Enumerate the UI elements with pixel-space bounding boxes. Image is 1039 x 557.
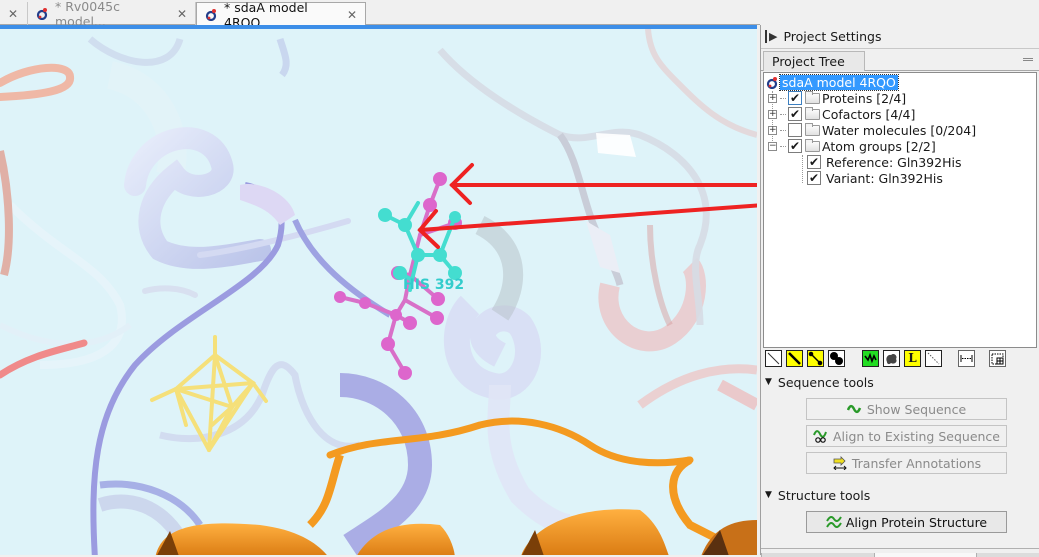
collapse-icon[interactable]: − (768, 141, 777, 151)
open-folder-icon (805, 138, 820, 152)
project-settings-header[interactable]: ▶ Project Settings (761, 25, 1039, 49)
section-title: Sequence tools (777, 374, 874, 390)
expand-icon[interactable]: + (768, 109, 777, 119)
molecule-render (0, 29, 757, 555)
tree-item-variant[interactable]: ✔ Variant: Gln392His (807, 170, 943, 186)
tree-item-label: Reference: Gln392His (826, 154, 962, 170)
wire-style-icon[interactable] (765, 350, 782, 367)
transfer-annotations-button[interactable]: Transfer Annotations (806, 452, 1007, 474)
helix-middle (444, 295, 542, 400)
stick-style-icon[interactable] (786, 350, 803, 367)
ball-stick-style-icon[interactable] (807, 350, 824, 367)
molecule-icon (205, 8, 218, 22)
tab-project-tree[interactable]: Project Tree (763, 51, 865, 71)
tree-item-reference[interactable]: ✔ Reference: Gln392His (807, 154, 961, 170)
expand-triangle-icon: ▼ (765, 377, 772, 387)
variant-checkbox[interactable]: ✔ (807, 171, 821, 185)
water-molecules-checkbox[interactable] (788, 123, 802, 137)
project-settings-title: Project Settings (783, 29, 882, 44)
bottom-tab[interactable] (874, 553, 976, 557)
tree-item-label: Water molecules [0/204] (822, 122, 977, 138)
tree-guide (802, 155, 803, 183)
align-sequence-icon (813, 430, 827, 443)
cofactor-cluster (150, 335, 268, 452)
tree-item-cofactors[interactable]: + ✔ Cofactors [4/4] (768, 106, 915, 122)
close-icon[interactable]: ✕ (177, 7, 187, 21)
tree-item-proteins[interactable]: + ✔ Proteins [2/4] (768, 90, 906, 106)
cofactors-checkbox[interactable]: ✔ (788, 107, 802, 121)
structure-tools-header[interactable]: ▼ Structure tools (765, 486, 870, 504)
folder-icon (805, 122, 820, 136)
collapse-arrow-icon[interactable]: ▶ (765, 30, 777, 43)
molecule-icon (766, 76, 779, 89)
align-to-existing-sequence-button[interactable]: Align to Existing Sequence (806, 425, 1007, 447)
variant-residue-balls (378, 208, 462, 280)
tree-item-label: Proteins [2/4] (822, 90, 907, 106)
folder-icon (805, 106, 820, 120)
minimize-icon[interactable] (1023, 58, 1033, 61)
bottom-panel-tabs (761, 548, 1039, 557)
style-toolbar: L (765, 350, 1037, 370)
label-icon[interactable]: L (904, 350, 921, 367)
project-tree: sdaA model 4RQO + ✔ Proteins [2/4] + ✔ C… (763, 72, 1037, 348)
sequence-tools-header[interactable]: ▼ Sequence tools (765, 373, 874, 391)
tree-root[interactable]: sdaA model 4RQO (766, 73, 899, 91)
tree-item-label: Variant: Gln392His (826, 170, 943, 186)
tree-item-atom-groups[interactable]: − ✔ Atom groups [2/2] (768, 138, 936, 154)
editor-tab-bar: ✕ * Rv0045c model... ✕ * sdaA model 4RQO… (0, 0, 760, 30)
salmon-loop (0, 63, 74, 101)
atom-groups-checkbox[interactable]: ✔ (788, 139, 802, 153)
tree-item-label: Atom groups [2/2] (822, 138, 936, 154)
space-fill-style-icon[interactable] (828, 350, 845, 367)
folder-icon (805, 90, 820, 104)
project-settings-panel: ▶ Project Settings Project Tree sdaA mod… (760, 25, 1039, 557)
tree-item-water-molecules[interactable]: + Water molecules [0/204] (768, 122, 976, 138)
salmon-strand (0, 150, 13, 277)
bottom-tab[interactable] (761, 553, 874, 557)
cartoon-style-icon[interactable] (862, 350, 879, 367)
sequence-icon (846, 404, 861, 414)
panel-tabs: Project Tree (761, 49, 1039, 71)
helix-lower (339, 373, 433, 555)
bottom-tab[interactable] (976, 553, 1039, 557)
residue-label: HIS 392 (403, 277, 465, 293)
measure-distance-icon[interactable] (958, 350, 975, 367)
align-structure-icon (826, 515, 842, 529)
fit-view-icon[interactable] (989, 350, 1006, 367)
close-icon[interactable]: ✕ (8, 7, 18, 21)
expand-icon[interactable]: + (768, 125, 777, 135)
molecule-icon (36, 7, 49, 21)
close-icon[interactable]: ✕ (347, 8, 357, 22)
transfer-annotations-icon (833, 456, 847, 470)
hidden-style-icon[interactable] (925, 350, 942, 367)
reference-checkbox[interactable]: ✔ (807, 155, 821, 169)
surface-style-icon[interactable] (883, 350, 900, 367)
tab-rv0045c-model[interactable]: * Rv0045c model... ✕ (28, 0, 196, 29)
proteins-checkbox[interactable]: ✔ (788, 91, 802, 105)
tab-sdaa-model-4rqo[interactable]: * sdaA model 4RQO ✕ (196, 0, 366, 30)
tree-item-label: Cofactors [4/4] (822, 106, 916, 122)
expand-icon[interactable]: + (768, 93, 777, 103)
show-sequence-button[interactable]: Show Sequence (806, 398, 1007, 420)
grey-strand (437, 47, 710, 326)
align-protein-structure-button[interactable]: Align Protein Structure (806, 511, 1007, 533)
3d-structure-viewport[interactable]: HIS 392 (0, 25, 757, 555)
tab-hidden[interactable]: ✕ (0, 2, 28, 25)
section-title: Structure tools (777, 487, 871, 503)
expand-triangle-icon: ▼ (765, 490, 772, 500)
tree-root-label[interactable]: sdaA model 4RQO (779, 73, 899, 91)
